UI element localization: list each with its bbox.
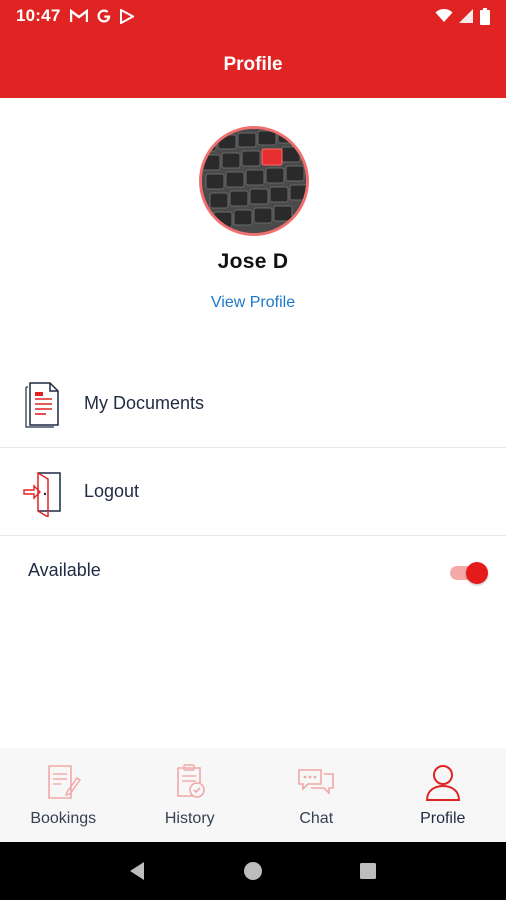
document-icon [25, 381, 59, 428]
availability-toggle[interactable] [448, 562, 490, 584]
recents-icon[interactable] [356, 859, 380, 883]
status-app-icons [70, 8, 135, 24]
nav-item-bookings[interactable]: Bookings [0, 748, 127, 842]
avatar-photo [202, 129, 306, 233]
menu-item-logout[interactable]: Logout [0, 448, 506, 536]
nav-label: Bookings [30, 810, 97, 827]
menu-item-label: My Documents [84, 393, 205, 413]
toggle-thumb [466, 562, 488, 584]
signal-icon [459, 9, 473, 23]
nav-label: Profile [420, 810, 466, 827]
logout-door-icon [23, 471, 61, 517]
chat-icon [298, 769, 335, 795]
nav-item-profile[interactable]: Profile [380, 748, 506, 842]
profile-icon [425, 765, 460, 801]
availability-row: Available [0, 540, 506, 606]
history-icon [176, 764, 205, 798]
avatar[interactable] [199, 126, 309, 236]
system-navigation-bar [0, 842, 506, 900]
nav-item-history[interactable]: History [127, 748, 254, 842]
status-bar: 10:47 [0, 0, 506, 32]
back-icon[interactable] [126, 859, 150, 883]
nav-label: Chat [299, 810, 334, 827]
status-time: 10:47 [16, 6, 61, 25]
bookings-icon [48, 765, 82, 799]
profile-header: Jose D View Profile [0, 98, 506, 338]
google-icon [97, 9, 111, 23]
home-icon[interactable] [241, 859, 265, 883]
nav-item-chat[interactable]: Chat [253, 748, 380, 842]
bottom-navigation: Bookings History Chat Profile [0, 748, 506, 842]
battery-icon [480, 7, 490, 25]
user-name: Jose D [217, 250, 289, 273]
page-title: Profile [223, 54, 283, 75]
status-system-icons [435, 7, 490, 25]
menu-item-label: Logout [84, 481, 140, 501]
play-store-icon [120, 8, 135, 24]
view-profile-link[interactable]: View Profile [0, 294, 506, 312]
menu-item-my-documents[interactable]: My Documents [0, 360, 506, 448]
nav-label: History [164, 810, 215, 827]
wifi-icon [435, 9, 453, 22]
gmail-icon [70, 9, 89, 22]
app-bar: Profile [0, 32, 506, 98]
availability-label: Available [28, 560, 101, 580]
